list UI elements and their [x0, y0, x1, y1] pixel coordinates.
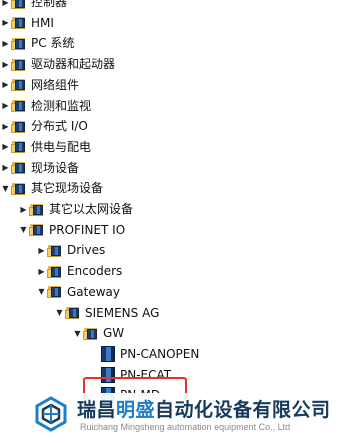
tree-item-网络组件[interactable]: ▶ 网络组件: [0, 75, 355, 95]
expand-arrow-right-icon[interactable]: ▶: [0, 137, 11, 157]
tree-item-label: 现场设备: [31, 160, 80, 175]
tree-item-label: 供电与配电: [31, 139, 92, 154]
tree-item-label: 其它以太网设备: [49, 202, 134, 216]
tree-item-现场设备[interactable]: ▶ 现场设备: [0, 158, 355, 178]
expand-arrow-right-icon[interactable]: ▶: [36, 240, 47, 260]
expand-arrow-down-icon[interactable]: ▼: [72, 323, 83, 343]
tree-item-驱动器和起动器[interactable]: ▶ 驱动器和起动器: [0, 54, 355, 74]
tree-item-label: Encoders: [67, 264, 123, 279]
folder-icon: [47, 244, 63, 257]
tree-item-label: PROFINET IO: [49, 222, 126, 237]
expand-arrow-down-icon[interactable]: ▼: [18, 220, 29, 240]
tree-item-label: 控制器: [31, 0, 68, 9]
tree-item-encoders[interactable]: ▶ Encoders: [0, 261, 355, 281]
tree-item-pc-系统[interactable]: ▶ PC 系统: [0, 33, 355, 53]
expand-arrow-right-icon[interactable]: ▶: [0, 75, 11, 95]
tree-item-gw[interactable]: ▼ GW: [0, 323, 355, 343]
expand-arrow-down-icon[interactable]: ▼: [54, 303, 65, 323]
expand-arrow-right-icon[interactable]: ▶: [0, 33, 11, 53]
folder-icon: [11, 140, 27, 154]
folder-icon: [11, 58, 27, 71]
tree-item-label: Gateway: [67, 284, 121, 299]
folder-icon: [11, 37, 27, 50]
expand-arrow-right-icon[interactable]: ▶: [0, 54, 11, 74]
company-logo-icon: [35, 396, 67, 432]
tree-item-label: 网络组件: [31, 77, 80, 92]
expand-arrow-down-icon[interactable]: ▼: [0, 178, 11, 198]
tree-item-drives[interactable]: ▶ Drives: [0, 240, 355, 260]
tree-item-label: SIEMENS AG: [85, 305, 160, 320]
folder-icon: [47, 285, 63, 299]
device-module-icon: [101, 345, 115, 362]
expand-arrow-right-icon[interactable]: ▶: [0, 96, 11, 116]
folder-icon: [11, 161, 27, 175]
expand-arrow-right-icon[interactable]: ▶: [0, 13, 11, 33]
tree-item-分布式-i-o[interactable]: ▶ 分布式 I/O: [0, 116, 355, 136]
tree-item-hmi[interactable]: ▶ HMI: [0, 13, 355, 33]
tree-item-label: HMI: [31, 15, 54, 30]
watermark-title-part1: 瑞昌: [77, 399, 117, 421]
tree-item-pn-canopen[interactable]: PN-CANOPEN: [0, 344, 355, 364]
tree-item-label: Drives: [67, 243, 106, 258]
company-watermark: 瑞昌明盛自动化设备有限公司 Ruichang Mingsheng automat…: [30, 393, 355, 443]
tree-item-siemens-ag[interactable]: ▼ SIEMENS AG: [0, 303, 355, 323]
expand-arrow-right-icon[interactable]: ▶: [0, 0, 11, 12]
tree-item-控制器[interactable]: ▶ 控制器: [0, 0, 355, 12]
folder-icon: [11, 99, 27, 112]
watermark-subtitle: Ruichang Mingsheng automation equipment …: [80, 422, 291, 432]
expand-arrow-right-icon[interactable]: ▶: [0, 158, 11, 178]
watermark-title: 瑞昌明盛自动化设备有限公司: [77, 395, 331, 422]
folder-icon: [47, 265, 63, 278]
watermark-title-part2: 自动化设备有限公司: [155, 399, 331, 421]
tree-item-label: GW: [103, 326, 125, 341]
folder-icon: [29, 203, 45, 216]
expand-arrow-down-icon[interactable]: ▼: [36, 282, 47, 302]
tree-item-供电与配电[interactable]: ▶ 供电与配电: [0, 137, 355, 157]
folder-icon: [83, 327, 99, 340]
expand-arrow-right-icon[interactable]: ▶: [0, 116, 11, 136]
expand-arrow-right-icon[interactable]: ▶: [36, 261, 47, 281]
tree-item-label: PN-CANOPEN: [120, 346, 200, 361]
tree-item-label: 分布式 I/O: [31, 119, 88, 134]
tree-item-label: 检测和监视: [31, 98, 92, 113]
folder-icon: [11, 120, 27, 133]
tree-item-其它现场设备[interactable]: ▼ 其它现场设备: [0, 178, 355, 198]
tree-item-label: 驱动器和起动器: [31, 57, 116, 72]
tree-item-gateway[interactable]: ▼ Gateway: [0, 282, 355, 302]
tree-item-其它以太网设备[interactable]: ▶ 其它以太网设备: [0, 199, 355, 219]
folder-icon: [11, 182, 27, 195]
watermark-title-accent: 明盛: [116, 399, 156, 421]
folder-icon: [11, 0, 27, 9]
folder-icon: [65, 306, 81, 319]
tree-item-label: PC 系统: [31, 36, 75, 51]
folder-icon: [11, 16, 27, 30]
tree-item-profinet-io[interactable]: ▼ PROFINET IO: [0, 220, 355, 240]
tree-item-label: 其它现场设备: [31, 181, 104, 196]
folder-icon: [29, 223, 45, 237]
folder-icon: [11, 78, 27, 92]
tree-item-检测和监视[interactable]: ▶ 检测和监视: [0, 96, 355, 116]
expand-arrow-right-icon[interactable]: ▶: [18, 199, 29, 219]
